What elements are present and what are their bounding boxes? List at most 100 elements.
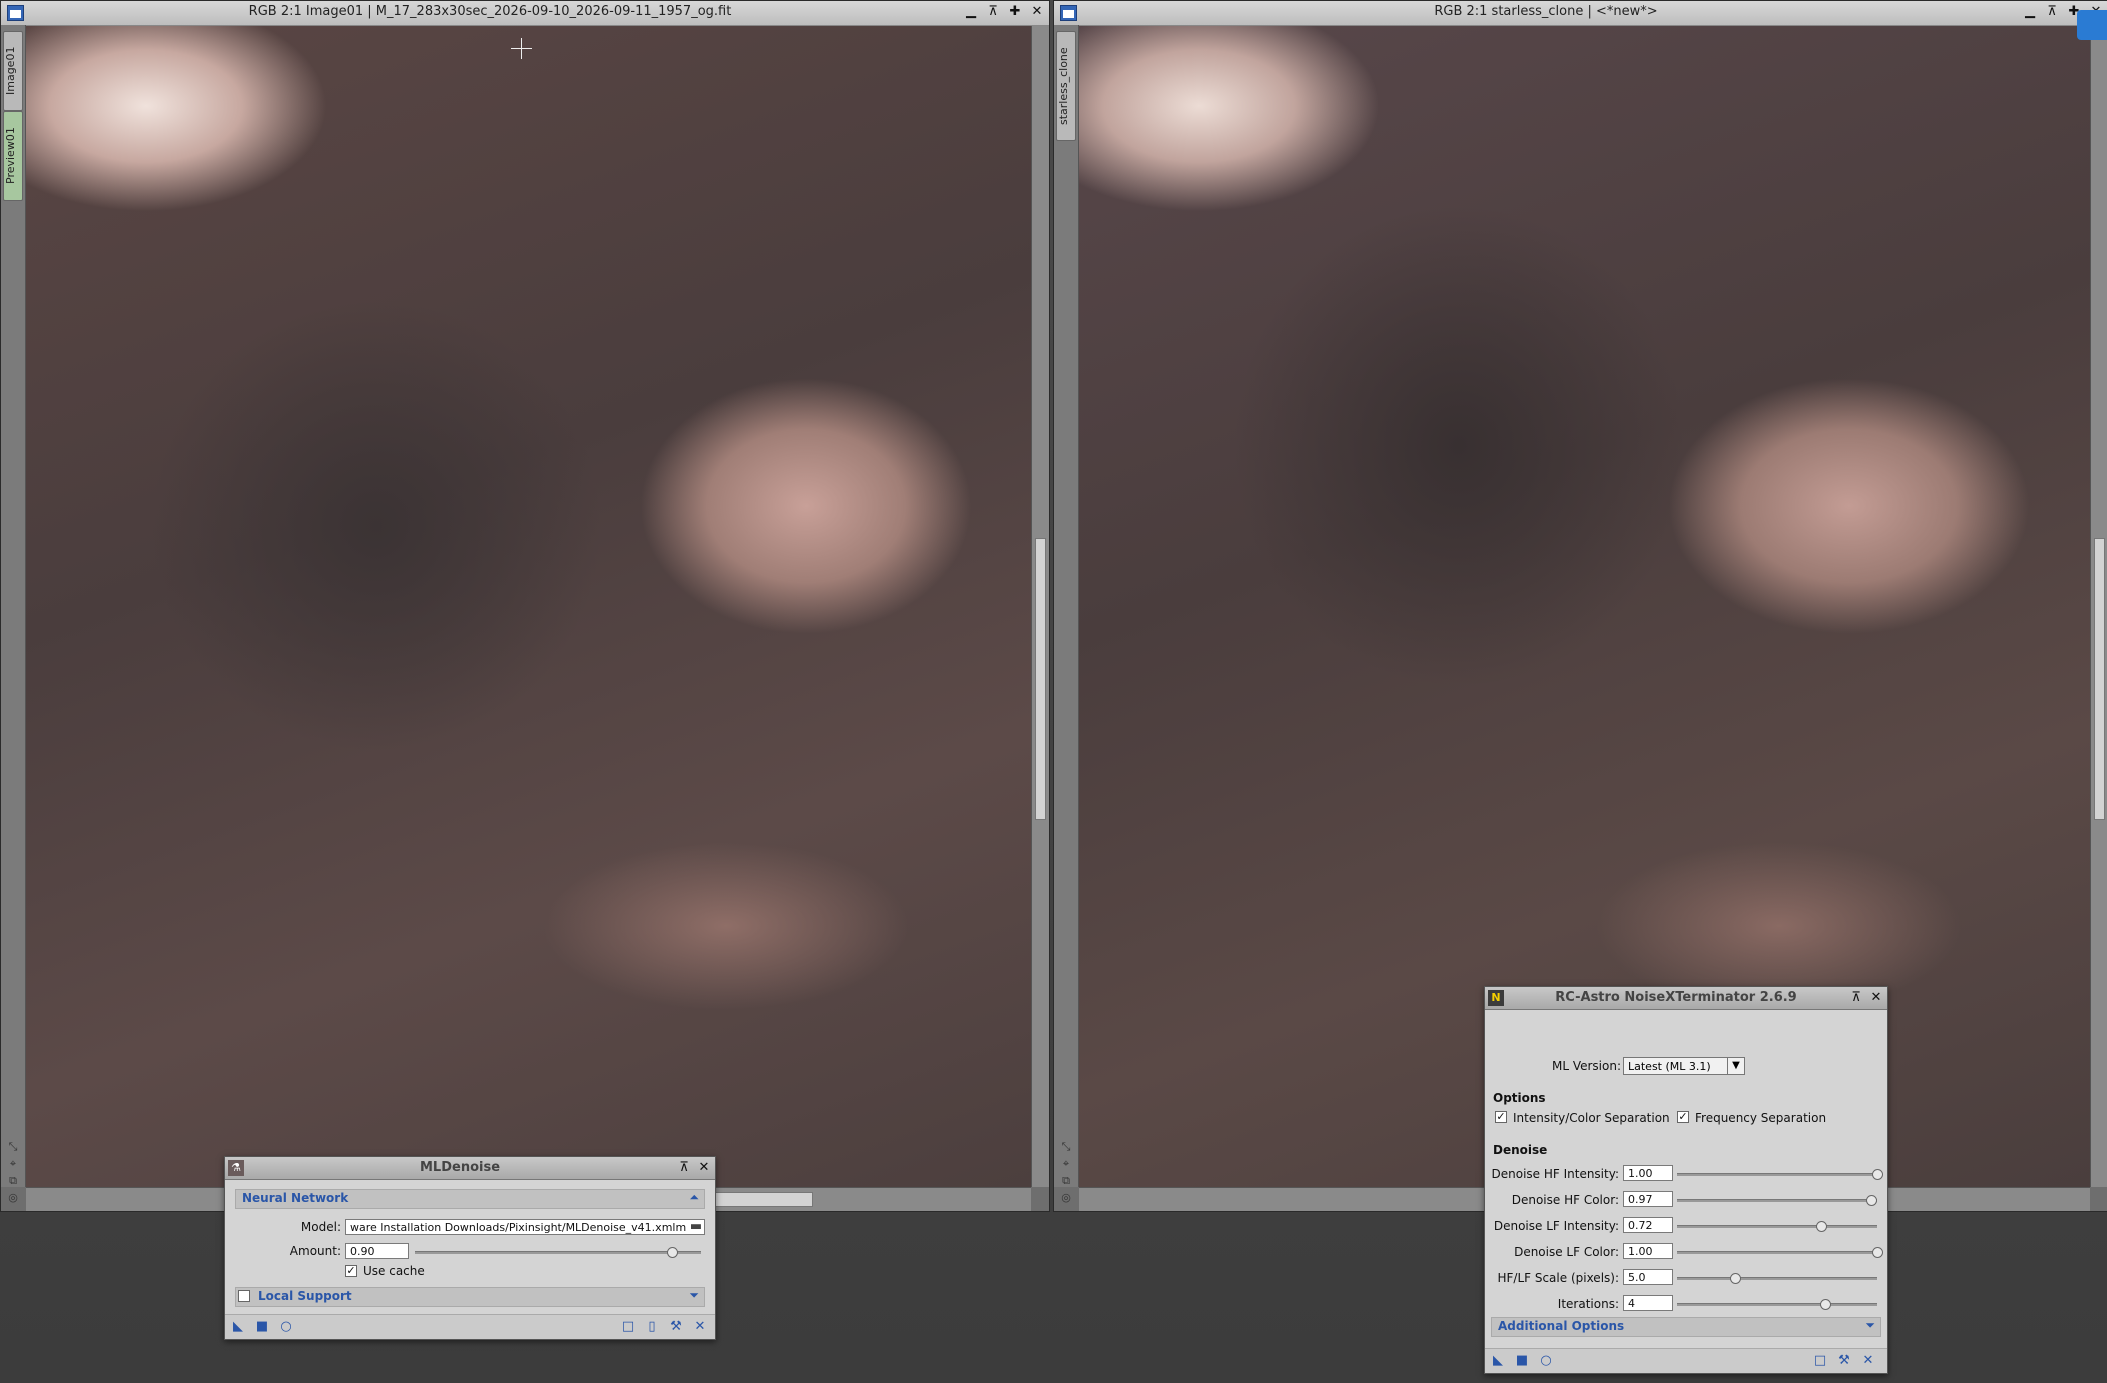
param-value-field[interactable]: 1.00 — [1623, 1165, 1673, 1181]
minimize-icon[interactable]: ▁ — [963, 3, 979, 21]
mldenoise-dialog[interactable]: ⚗ MLDenoise ⊼ ✕ Neural Network ⏶ Model: … — [224, 1156, 716, 1340]
param-label: Denoise HF Intensity: — [1491, 1167, 1620, 1181]
dialog-title: MLDenoise — [419, 1160, 501, 1175]
ml-version-select[interactable]: Latest (ML 3.1) ▼ — [1623, 1057, 1745, 1075]
settings-icon[interactable]: ◎ — [6, 1191, 20, 1205]
settings-icon[interactable]: ◎ — [1059, 1191, 1073, 1205]
new-instance-icon[interactable]: ◣ — [231, 1320, 245, 1334]
dialog-title-bar[interactable]: ⚗ MLDenoise ⊼ ✕ — [225, 1157, 715, 1180]
model-field[interactable]: ware Installation Downloads/Pixinsight/M… — [345, 1219, 705, 1235]
shade-icon[interactable]: ⊼ — [2044, 3, 2060, 21]
dialog-title-bar[interactable]: N RC-Astro NoiseXTerminator 2.6.9 ⊼ ✕ — [1485, 987, 1887, 1010]
fit-view-icon[interactable]: ⌖ — [1059, 1157, 1073, 1171]
local-support-checkbox[interactable] — [238, 1290, 250, 1302]
vertical-scrollbar[interactable] — [1031, 26, 1049, 1187]
preview-icon[interactable]: □ — [621, 1320, 635, 1334]
param-label: Denoise LF Intensity: — [1493, 1219, 1619, 1233]
close-icon[interactable]: ✕ — [1029, 3, 1045, 21]
app-badge-icon[interactable] — [2077, 10, 2107, 40]
copy-icon[interactable]: ⧉ — [6, 1174, 20, 1188]
new-instance-icon[interactable]: ◣ — [1491, 1354, 1505, 1368]
close-icon[interactable]: ✕ — [697, 1159, 711, 1177]
view-tools: ⤡ ⌖ ⧉ ◎ — [1054, 1137, 1078, 1211]
document-icon[interactable]: ▯ — [645, 1320, 659, 1334]
section-neural-network[interactable]: Neural Network ⏶ — [235, 1189, 705, 1209]
folder-icon[interactable]: ▬ — [689, 1220, 703, 1234]
shade-icon[interactable]: ⊼ — [1849, 989, 1863, 1007]
section-additional-options[interactable]: Additional Options ⏷ — [1491, 1317, 1881, 1337]
window-menu-icon[interactable] — [7, 5, 24, 21]
param-value-field[interactable]: 0.97 — [1623, 1191, 1673, 1207]
maximize-icon[interactable]: ✚ — [1007, 3, 1023, 21]
noisexterminator-dialog[interactable]: N RC-Astro NoiseXTerminator 2.6.9 ⊼ ✕ ML… — [1484, 986, 1888, 1374]
wrench-icon[interactable]: ⚒ — [669, 1320, 683, 1334]
slider-track — [1677, 1173, 1877, 1176]
tab-image01[interactable]: Image01 — [3, 31, 23, 111]
param-label: Iterations: — [1557, 1297, 1619, 1311]
param-label: Denoise HF Color: — [1511, 1193, 1619, 1207]
slider-knob[interactable] — [1866, 1195, 1877, 1206]
expand-down-icon[interactable]: ⏷ — [1865, 1318, 1875, 1333]
tab-starless-clone[interactable]: starless_clone — [1056, 31, 1076, 141]
slider-knob[interactable] — [1820, 1299, 1831, 1310]
preview-icon[interactable]: □ — [1813, 1354, 1827, 1368]
title-bar[interactable]: RGB 2:1 Image01 | M_17_283x30sec_2026-09… — [1, 1, 1049, 26]
param-value-field[interactable]: 4 — [1623, 1295, 1673, 1311]
zoom-fit-icon[interactable]: ⤡ — [6, 1140, 20, 1154]
param-slider[interactable] — [1677, 1195, 1877, 1206]
param-value-field[interactable]: 0.72 — [1623, 1217, 1673, 1233]
freq-sep-label: Frequency Separation — [1695, 1111, 1827, 1125]
tab-preview01[interactable]: Preview01 — [3, 111, 23, 201]
amount-field[interactable]: 0.90 — [345, 1243, 409, 1259]
wrench-icon[interactable]: ⚒ — [1837, 1354, 1851, 1368]
section-label: Additional Options — [1498, 1319, 1625, 1333]
slider-knob[interactable] — [667, 1247, 679, 1258]
apply-global-icon[interactable]: ■ — [1515, 1354, 1529, 1368]
slider-track — [1677, 1303, 1877, 1306]
amount-slider[interactable] — [415, 1247, 701, 1258]
expand-down-icon[interactable]: ⏷ — [689, 1288, 699, 1303]
script-icon[interactable]: ⚗ — [228, 1160, 244, 1176]
dialog-title: RC-Astro NoiseXTerminator 2.6.9 — [1555, 990, 1797, 1005]
title-bar[interactable]: RGB 2:1 starless_clone | <*new*> ▁ ⊼ ✚ ✕ — [1054, 1, 2107, 26]
chevron-down-icon[interactable]: ▼ — [1727, 1058, 1744, 1074]
vertical-scrollbar[interactable] — [2090, 26, 2107, 1187]
scroll-thumb[interactable] — [2094, 538, 2105, 820]
execute-icon[interactable]: ○ — [279, 1320, 293, 1334]
scroll-thumb[interactable] — [1035, 538, 1046, 820]
param-value-field[interactable]: 1.00 — [1623, 1243, 1673, 1259]
slider-track — [1677, 1251, 1877, 1254]
execute-icon[interactable]: ○ — [1539, 1354, 1553, 1368]
section-local-support[interactable]: Local Support ⏷ — [235, 1287, 705, 1307]
use-cache-checkbox[interactable]: ✓ — [345, 1265, 357, 1277]
collapse-up-icon[interactable]: ⏶ — [689, 1190, 699, 1205]
reset-icon[interactable]: ✕ — [1861, 1354, 1875, 1368]
param-slider[interactable] — [1677, 1221, 1877, 1232]
reset-icon[interactable]: ✕ — [693, 1320, 707, 1334]
slider-knob[interactable] — [1872, 1169, 1883, 1180]
intensity-sep-checkbox[interactable]: ✓ — [1495, 1111, 1507, 1123]
slider-knob[interactable] — [1872, 1247, 1883, 1258]
close-icon[interactable]: ✕ — [1869, 989, 1883, 1007]
fit-view-icon[interactable]: ⌖ — [6, 1157, 20, 1171]
param-slider[interactable] — [1677, 1273, 1877, 1284]
param-slider[interactable] — [1677, 1247, 1883, 1258]
image-window-left[interactable]: RGB 2:1 Image01 | M_17_283x30sec_2026-09… — [0, 0, 1050, 1212]
freq-sep-checkbox[interactable]: ✓ — [1677, 1111, 1689, 1123]
image-canvas[interactable] — [26, 26, 1031, 1187]
slider-knob[interactable] — [1816, 1221, 1827, 1232]
param-slider[interactable] — [1677, 1299, 1877, 1310]
param-slider[interactable] — [1677, 1169, 1883, 1180]
window-title: RGB 2:1 Image01 | M_17_283x30sec_2026-09… — [248, 4, 732, 19]
slider-track — [1677, 1225, 1877, 1228]
ml-version-label: ML Version: — [1551, 1059, 1621, 1073]
apply-global-icon[interactable]: ■ — [255, 1320, 269, 1334]
minimize-icon[interactable]: ▁ — [2022, 3, 2038, 21]
param-value-field[interactable]: 5.0 — [1623, 1269, 1673, 1285]
shade-icon[interactable]: ⊼ — [677, 1159, 691, 1177]
shade-icon[interactable]: ⊼ — [985, 3, 1001, 21]
window-menu-icon[interactable] — [1060, 5, 1077, 21]
slider-knob[interactable] — [1730, 1273, 1741, 1284]
copy-icon[interactable]: ⧉ — [1059, 1174, 1073, 1188]
zoom-fit-icon[interactable]: ⤡ — [1059, 1140, 1073, 1154]
